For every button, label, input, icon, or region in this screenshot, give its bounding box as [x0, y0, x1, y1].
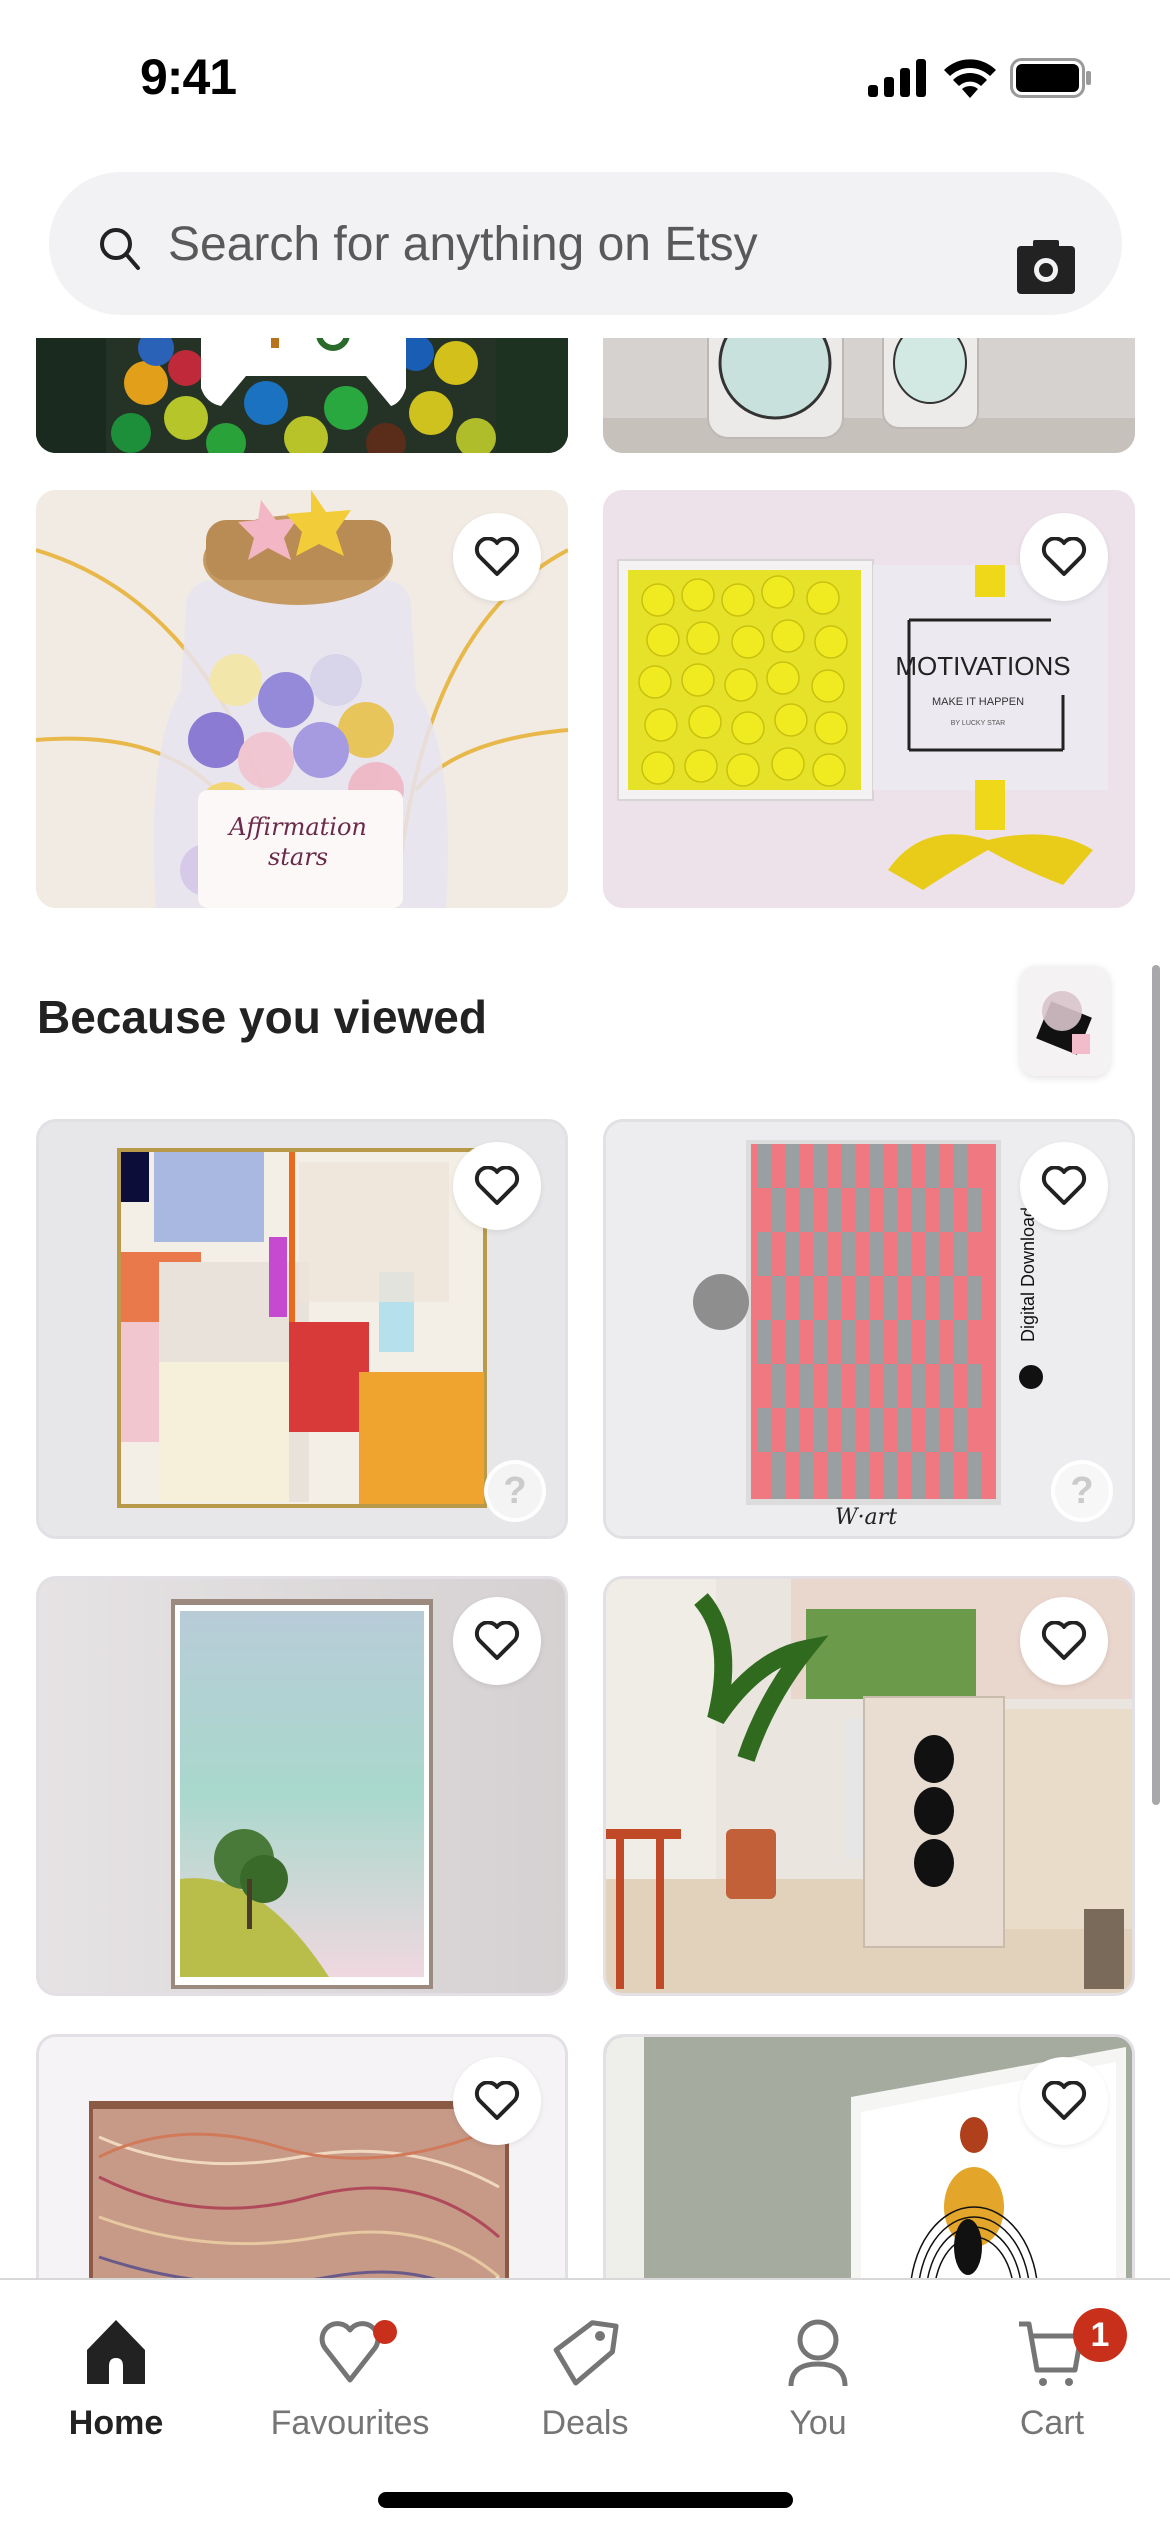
wifi-icon [944, 59, 996, 98]
viewed-item-thumbnail[interactable] [1020, 966, 1110, 1076]
favourite-button[interactable] [453, 1142, 541, 1230]
heart-icon [315, 2318, 397, 2388]
nav-favourites[interactable]: Favourites [250, 2280, 450, 2442]
nav-label: Home [68, 2404, 164, 2442]
svg-text:W·art: W·art [835, 1505, 897, 1530]
help-button[interactable]: ? [1051, 1460, 1113, 1522]
home-indicator [378, 2492, 793, 2508]
status-time: 9:41 [140, 49, 237, 105]
help-button[interactable]: ? [484, 1460, 546, 1522]
nav-label: Cart [1019, 2404, 1085, 2442]
header [0, 150, 1170, 338]
content-feed[interactable]: Affirmation stars MOTIVATIONS MAKE IT HA… [0, 338, 1170, 2278]
battery-icon [1010, 58, 1091, 98]
vertical-scrollbar[interactable] [1152, 965, 1160, 1805]
favourite-button[interactable] [1020, 2057, 1108, 2145]
listing-card[interactable]: ? [36, 1119, 568, 1539]
heart-icon [1041, 537, 1087, 576]
favourite-button[interactable] [453, 2057, 541, 2145]
nav-home[interactable]: Home [16, 2280, 216, 2442]
status-bar: 9:41 [0, 0, 1170, 150]
heart-icon [474, 2081, 520, 2120]
listing-card[interactable] [603, 1576, 1135, 1996]
person-icon [783, 2318, 853, 2388]
svg-text:BY LUCKY STAR: BY LUCKY STAR [951, 720, 1005, 727]
camera-icon[interactable] [1017, 240, 1075, 294]
nav-label: You [789, 2404, 847, 2442]
cart-count-badge: 1 [1073, 2308, 1127, 2362]
search-bar[interactable] [49, 172, 1122, 315]
cellular-signal-icon [868, 59, 926, 97]
favourite-button[interactable] [453, 1597, 541, 1685]
cart-icon: 1 [1017, 2308, 1127, 2388]
tag-icon [550, 2318, 620, 2388]
search-icon [100, 228, 140, 270]
nav-you[interactable]: You [718, 2280, 918, 2442]
listing-card[interactable]: MOTIVATIONS MAKE IT HAPPEN BY LUCKY STAR [603, 490, 1135, 908]
listing-card[interactable] [36, 2034, 568, 2278]
nav-label: Deals [541, 2404, 629, 2442]
listing-card[interactable]: Affirmation stars [36, 490, 568, 908]
listing-card[interactable]: W·art Digital Download ? [603, 1119, 1135, 1539]
nav-label: Favourites [270, 2404, 430, 2442]
digital-download-label: Digital Download [1018, 1207, 1038, 1342]
nav-cart[interactable]: 1 Cart [952, 2280, 1152, 2442]
status-icons [868, 58, 1092, 98]
svg-text:stars: stars [268, 843, 328, 871]
favourite-button[interactable] [1020, 513, 1108, 601]
listing-card[interactable] [36, 338, 568, 453]
viewed-item-image [1020, 966, 1110, 1076]
svg-text:MOTIVATIONS: MOTIVATIONS [895, 651, 1070, 681]
heart-icon [474, 1166, 520, 1205]
favourite-button[interactable] [1020, 1597, 1108, 1685]
favourite-button[interactable] [1020, 1142, 1108, 1230]
home-icon [81, 2318, 151, 2388]
listing-card[interactable] [36, 1576, 568, 1996]
listing-image [603, 338, 1135, 453]
section-title: Because you viewed [37, 991, 487, 1043]
listing-card[interactable] [603, 338, 1135, 453]
heart-icon [1041, 1166, 1087, 1205]
notification-dot [373, 2320, 397, 2344]
heart-icon [474, 1621, 520, 1660]
heart-icon [1041, 1621, 1087, 1660]
search-input[interactable] [168, 210, 988, 278]
listing-image [36, 338, 568, 453]
heart-icon [474, 537, 520, 576]
listing-card[interactable] [603, 2034, 1135, 2278]
svg-text:Affirmation: Affirmation [227, 813, 367, 841]
svg-text:MAKE IT HAPPEN: MAKE IT HAPPEN [932, 696, 1024, 708]
heart-icon [1041, 2081, 1087, 2120]
nav-deals[interactable]: Deals [485, 2280, 685, 2442]
favourite-button[interactable] [453, 513, 541, 601]
